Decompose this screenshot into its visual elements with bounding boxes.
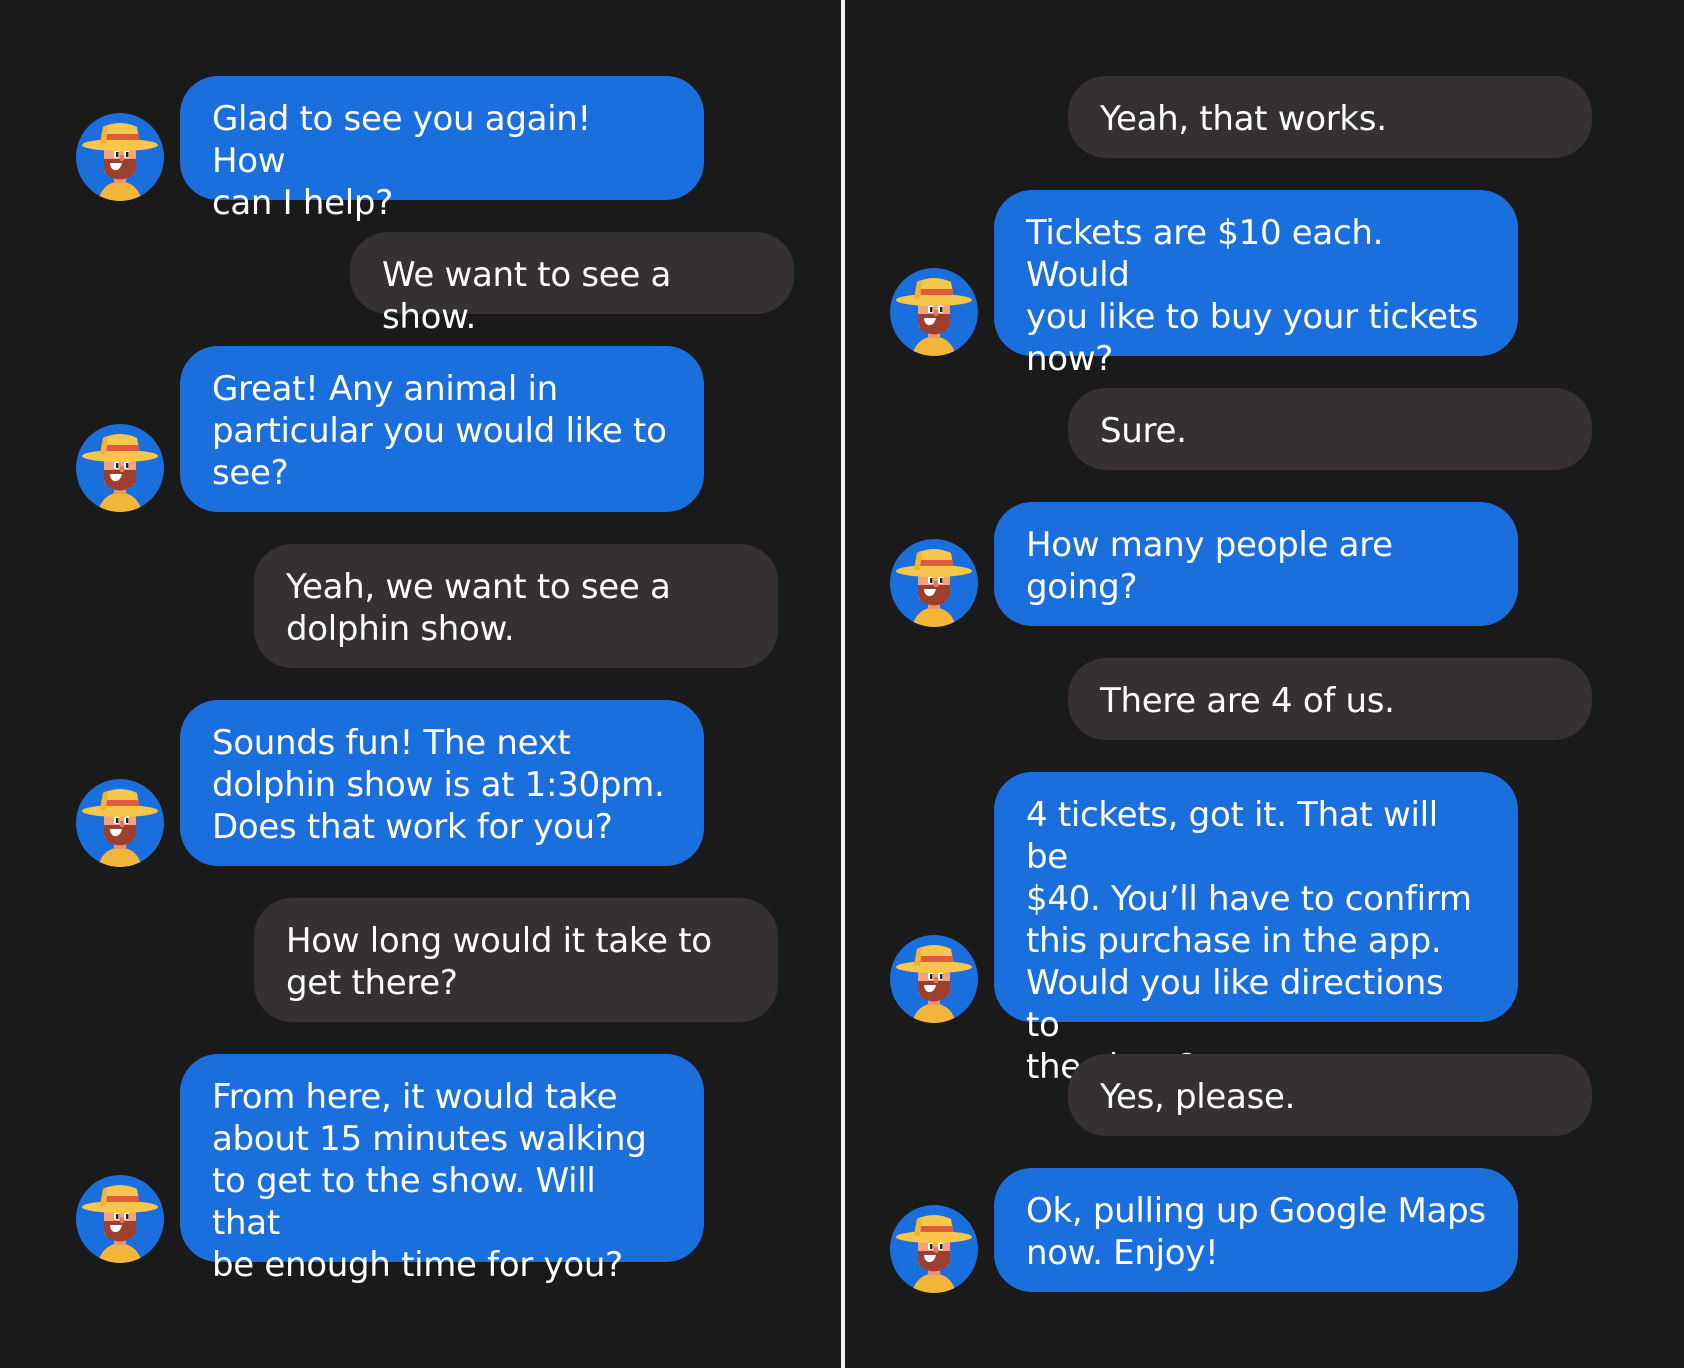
bot-message: Ok, pulling up Google Maps now. Enjoy! [994,1168,1518,1292]
explorer-avatar-icon [76,424,164,512]
explorer-avatar-icon [76,113,164,201]
explorer-avatar-icon [890,935,978,1023]
explorer-avatar-icon [76,1175,164,1263]
bot-message: Sounds fun! The next dolphin show is at … [180,700,704,866]
explorer-avatar-icon [890,539,978,627]
bot-message: Great! Any animal in particular you woul… [180,346,704,512]
bot-message: 4 tickets, got it. That will be $40. You… [994,772,1518,1087]
bot-message: Tickets are $10 each. Would you like to … [994,190,1518,379]
bot-message: Glad to see you again! How can I help? [180,76,704,223]
explorer-avatar-icon [76,779,164,867]
explorer-avatar-icon [890,268,978,356]
chat-panel-left: Glad to see you again! How can I help? W… [0,0,841,1368]
bot-message: From here, it would take about 15 minute… [180,1054,704,1285]
user-message: How long would it take to get there? [254,898,778,1022]
explorer-avatar-icon [890,1205,978,1293]
chat-panel-right: Yeah, that works. Tickets are $10 each. … [845,0,1684,1368]
user-message: Sure. [1068,388,1592,470]
user-message: There are 4 of us. [1068,658,1592,740]
user-message: Yeah, we want to see a dolphin show. [254,544,778,668]
bot-message: How many people are going? [994,502,1518,626]
user-message: Yeah, that works. [1068,76,1592,158]
user-message: We want to see a show. [350,232,794,337]
user-message: Yes, please. [1068,1054,1592,1136]
